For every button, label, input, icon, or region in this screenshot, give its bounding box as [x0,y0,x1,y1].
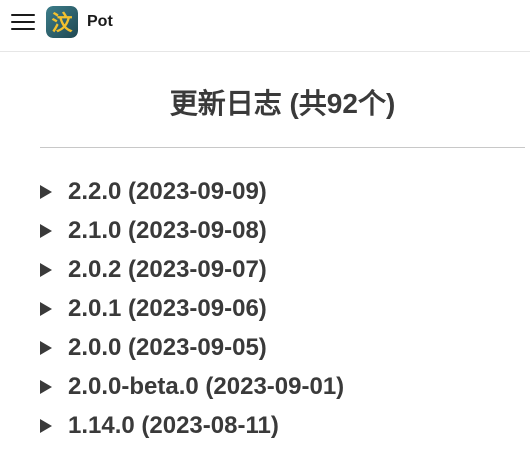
release-label: 1.14.0 (2023-08-11) [68,411,279,439]
app-title: Pot [87,13,113,30]
disclosure-triangle-icon [40,301,52,316]
release-item[interactable]: 1.14.0 (2023-08-11) [38,406,518,445]
disclosure-triangle-icon [40,262,52,277]
release-list: 2.2.0 (2023-09-09) 2.1.0 (2023-09-08) 2.… [38,172,518,445]
release-label: 2.0.0 (2023-09-05) [68,333,267,361]
release-item[interactable]: 2.1.0 (2023-09-08) [38,211,518,250]
release-label: 2.0.1 (2023-09-06) [68,294,267,322]
pot-translate-logo-icon: 汶 [46,6,78,38]
disclosure-triangle-icon [40,223,52,238]
disclosure-triangle-icon [40,340,52,355]
svg-text:汶: 汶 [52,11,74,35]
top-bar: 汶 Pot [0,0,530,52]
disclosure-triangle-icon [40,418,52,433]
page-title: 更新日志 (共92个) [169,88,396,119]
release-label: 2.0.0-beta.0 (2023-09-01) [68,372,345,400]
release-item[interactable]: 2.2.0 (2023-09-09) [38,172,518,211]
divider [40,147,525,148]
release-item[interactable]: 2.0.0 (2023-09-05) [38,328,518,367]
disclosure-triangle-icon [40,184,52,199]
release-label: 2.0.2 (2023-09-07) [68,255,267,283]
release-item[interactable]: 2.0.0-beta.0 (2023-09-01) [38,367,518,406]
disclosure-triangle-icon [40,379,52,394]
menu-icon[interactable] [11,11,35,33]
release-label: 2.1.0 (2023-09-08) [68,216,267,244]
release-label: 2.2.0 (2023-09-09) [68,177,267,205]
release-item[interactable]: 2.0.2 (2023-09-07) [38,250,518,289]
release-item[interactable]: 2.0.1 (2023-09-06) [38,289,518,328]
